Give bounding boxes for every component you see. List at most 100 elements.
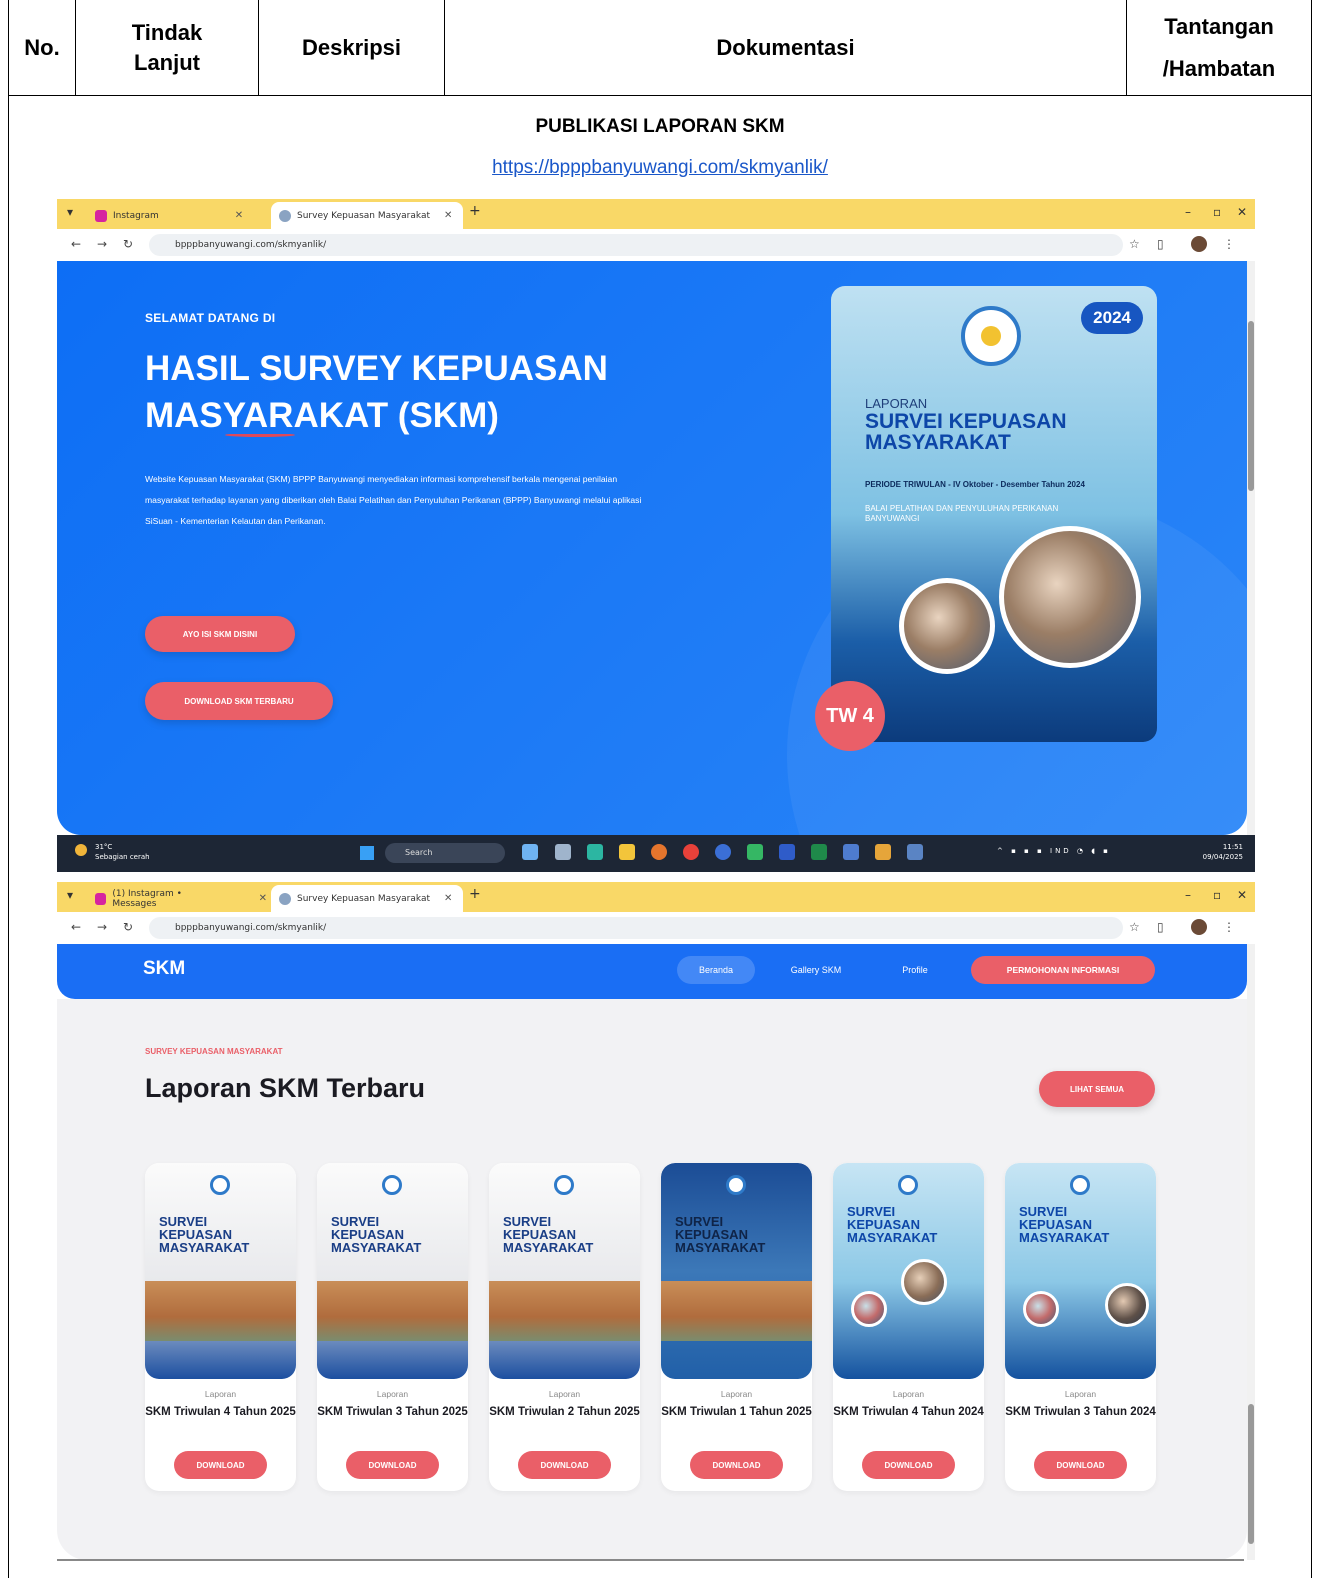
download-button[interactable]: DOWNLOAD [346, 1451, 439, 1479]
close-window-icon[interactable]: ✕ [1237, 205, 1247, 219]
system-tray[interactable]: ^ ▪ ▪ ▪ IND ◔ ◖ ▪ [997, 847, 1111, 855]
reload-icon[interactable]: ↻ [123, 237, 133, 251]
back-icon[interactable]: ← [71, 920, 81, 934]
close-icon[interactable]: ✕ [235, 210, 243, 221]
report-card[interactable]: SURVEI KEPUASAN MASYARAKAT Laporan SKM T… [661, 1163, 812, 1491]
close-icon[interactable]: ✕ [259, 893, 267, 904]
see-all-button[interactable]: LIHAT SEMUA [1039, 1071, 1155, 1107]
close-window-icon[interactable]: ✕ [1237, 888, 1247, 902]
close-icon[interactable]: ✕ [444, 893, 452, 904]
report-thumbnail: SURVEI KEPUASAN MASYARAKAT [1005, 1163, 1156, 1379]
new-tab-icon[interactable]: + [469, 886, 481, 902]
cover-label: LAPORAN [865, 396, 928, 411]
excel-icon[interactable] [811, 844, 827, 860]
profile-avatar[interactable] [1191, 919, 1207, 935]
scroll-thumb[interactable] [1248, 1404, 1254, 1544]
tab-list-icon[interactable]: ▾ [67, 888, 73, 902]
page-scrollbar[interactable] [1247, 261, 1255, 835]
download-skm-button[interactable]: DOWNLOAD SKM TERBARU [145, 682, 333, 720]
extensions-icon[interactable]: ▯ [1157, 920, 1164, 934]
card-label: Laporan [720, 1389, 753, 1399]
app-icon[interactable] [843, 844, 859, 860]
restore-icon[interactable]: ▫ [1213, 205, 1221, 219]
scroll-thumb[interactable] [1248, 321, 1254, 491]
app-icon[interactable] [875, 844, 891, 860]
reload-icon[interactable]: ↻ [123, 920, 133, 934]
weather-icon[interactable] [75, 844, 87, 856]
chrome-icon[interactable] [683, 844, 699, 860]
thumbnail-text: SURVEI KEPUASAN MASYARAKAT [847, 1204, 938, 1245]
card-title: SKM Triwulan 2 Tahun 2025 [489, 1406, 640, 1418]
report-thumbnail: SURVEI KEPUASAN MASYARAKAT [489, 1163, 640, 1379]
building-image [661, 1281, 812, 1341]
new-tab-icon[interactable]: + [469, 203, 481, 219]
profile-avatar[interactable] [1191, 236, 1207, 252]
restore-icon[interactable]: ▫ [1213, 888, 1221, 902]
cover-institution: BALAI PELATIHAN DAN PENYULUHAN PERIKANAN… [865, 504, 1059, 523]
app-icon[interactable] [715, 844, 731, 860]
tab-list-icon[interactable]: ▾ [67, 205, 73, 219]
download-button[interactable]: DOWNLOAD [690, 1451, 783, 1479]
taskbar-search[interactable]: Search [385, 843, 505, 863]
extensions-icon[interactable]: ▯ [1157, 237, 1164, 251]
app-icon[interactable] [555, 844, 571, 860]
publication-link[interactable]: https://bpppbanyuwangi.com/skmyanlik/ [9, 157, 1311, 179]
tab-survey[interactable]: Survey Kepuasan Masyarakat ✕ [271, 885, 463, 912]
tab-instagram[interactable]: Instagram ✕ [87, 202, 267, 229]
app-icon[interactable] [907, 844, 923, 860]
kkp-logo-icon [898, 1175, 918, 1195]
browser-tab-bar: ▾ (1) Instagram • Messages ✕ Survey Kepu… [57, 882, 1255, 912]
weather-widget[interactable]: 31°C Sebagian cerah [95, 842, 150, 862]
edge-icon[interactable] [587, 844, 603, 860]
app-icon[interactable] [522, 844, 538, 860]
taskbar-clock[interactable]: 11:51 09/04/2025 [1203, 842, 1243, 862]
photo-circle [901, 1259, 947, 1305]
page-scrollbar[interactable] [1247, 944, 1255, 1560]
download-button[interactable]: DOWNLOAD [174, 1451, 267, 1479]
back-icon[interactable]: ← [71, 237, 81, 251]
word-icon[interactable] [779, 844, 795, 860]
download-button[interactable]: DOWNLOAD [1034, 1451, 1127, 1479]
report-card[interactable]: SURVEI KEPUASAN MASYARAKAT Laporan SKM T… [145, 1163, 296, 1491]
table-header-row: No. Tindak Lanjut Deskripsi Dokumentasi … [9, 0, 1311, 96]
nav-gallery[interactable]: Gallery SKM [775, 956, 857, 984]
report-card[interactable]: SURVEI KEPUASAN MASYARAKAT Laporan SKM T… [489, 1163, 640, 1491]
site-logo[interactable]: SKM [143, 958, 185, 980]
menu-icon[interactable]: ⋮ [1223, 237, 1235, 251]
forward-icon[interactable]: → [97, 237, 107, 251]
report-card[interactable]: SURVEI KEPUASAN MASYARAKAT Laporan SKM T… [317, 1163, 468, 1491]
star-icon[interactable]: ☆ [1129, 920, 1140, 934]
report-card[interactable]: SURVEI KEPUASAN MASYARAKAT Laporan SKM T… [1005, 1163, 1156, 1491]
star-icon[interactable]: ☆ [1129, 237, 1140, 251]
minimize-icon[interactable]: – [1185, 888, 1191, 902]
instagram-icon [95, 892, 107, 905]
nav-beranda[interactable]: Beranda [677, 956, 755, 984]
download-button[interactable]: DOWNLOAD [862, 1451, 955, 1479]
windows-start-icon[interactable] [360, 846, 374, 860]
tab-survey[interactable]: Survey Kepuasan Masyarakat ✕ [271, 202, 463, 229]
menu-icon[interactable]: ⋮ [1223, 920, 1235, 934]
whatsapp-icon[interactable] [747, 844, 763, 860]
reports-section: SURVEY KEPUASAN MASYARAKAT Laporan SKM T… [57, 999, 1247, 1560]
explorer-icon[interactable] [619, 844, 635, 860]
url-field[interactable]: bpppbanyuwangi.com/skmyanlik/ [149, 917, 1123, 939]
photo-circle [1023, 1291, 1059, 1327]
card-title: SKM Triwulan 4 Tahun 2025 [145, 1406, 296, 1418]
tab-instagram[interactable]: (1) Instagram • Messages ✕ [87, 885, 267, 912]
nav-profile[interactable]: Profile [887, 956, 943, 984]
card-label: Laporan [892, 1389, 925, 1399]
fill-skm-button[interactable]: AYO ISI SKM DISINI [145, 616, 295, 652]
firefox-icon[interactable] [651, 844, 667, 860]
download-button[interactable]: DOWNLOAD [518, 1451, 611, 1479]
kkp-logo-icon [554, 1175, 574, 1195]
request-info-button[interactable]: PERMOHONAN INFORMASI [971, 956, 1155, 984]
forward-icon[interactable]: → [97, 920, 107, 934]
section-eyebrow: SURVEY KEPUASAN MASYARAKAT [145, 1047, 283, 1056]
report-cover: 2024 LAPORAN SURVEI KEPUASAN MASYARAKAT … [831, 286, 1157, 742]
url-field[interactable]: bpppbanyuwangi.com/skmyanlik/ [149, 234, 1123, 256]
minimize-icon[interactable]: – [1185, 205, 1191, 219]
close-icon[interactable]: ✕ [444, 210, 452, 221]
report-thumbnail: SURVEI KEPUASAN MASYARAKAT [317, 1163, 468, 1379]
report-thumbnail: SURVEI KEPUASAN MASYARAKAT [833, 1163, 984, 1379]
report-card[interactable]: SURVEI KEPUASAN MASYARAKAT Laporan SKM T… [833, 1163, 984, 1491]
